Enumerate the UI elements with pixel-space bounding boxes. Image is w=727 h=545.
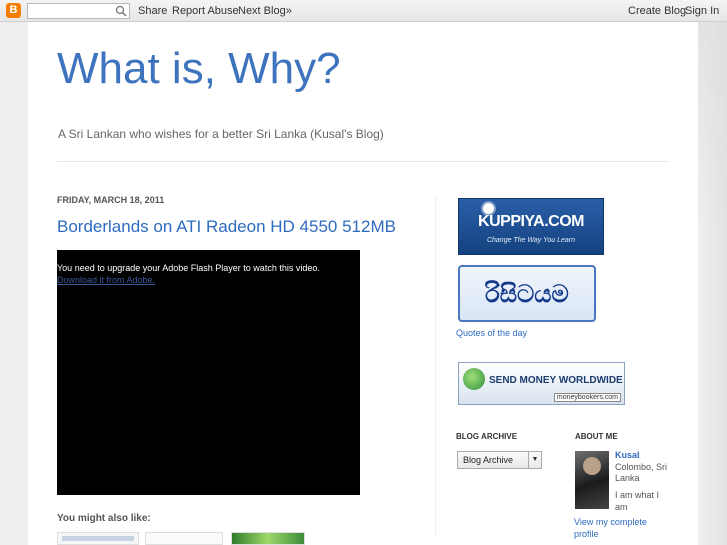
related-post-thumbnail[interactable] — [231, 532, 305, 545]
blog-archive-dropdown[interactable]: Blog Archive ▼ — [457, 451, 542, 469]
globe-icon — [463, 368, 485, 390]
blogger-navbar: B Share Report Abuse Next Blog» Create B… — [0, 0, 727, 22]
column-divider — [435, 196, 436, 536]
post-title-link[interactable]: Borderlands on ATI Radeon HD 4550 512MB — [57, 217, 396, 237]
related-post-thumbnail[interactable] — [57, 532, 139, 545]
download-flash-link[interactable]: Download it from Adobe. — [57, 275, 155, 285]
create-blog-link[interactable]: Create Blog — [628, 5, 686, 17]
next-blog-link[interactable]: Next Blog» — [238, 5, 292, 17]
kuppiya-tagline: Change The Way You Learn — [486, 237, 576, 244]
quotes-banner[interactable]: රිසිටයම — [458, 265, 596, 322]
background-gutter — [698, 22, 727, 545]
kuppiya-banner[interactable]: KUPPIYA.COM Change The Way You Learn — [458, 198, 604, 255]
profile-description: I am what I am — [615, 490, 660, 512]
quotes-logo-text: රිසිටයම — [485, 279, 569, 308]
avatar[interactable] — [575, 451, 609, 509]
share-link[interactable]: Share — [138, 5, 167, 17]
search-icon[interactable] — [115, 5, 127, 17]
about-me-heading: ABOUT ME — [575, 432, 618, 441]
send-money-text: SEND MONEY WORLDWIDE — [489, 375, 623, 386]
post-date-header: FRIDAY, MARCH 18, 2011 — [57, 195, 165, 205]
blog-title[interactable]: What is, Why? — [57, 44, 341, 94]
moneybookers-banner[interactable]: SEND MONEY WORLDWIDE moneybookers.com — [458, 362, 625, 405]
profile-location: Colombo, Sri Lanka — [615, 462, 668, 483]
sign-in-link[interactable]: Sign In — [685, 5, 719, 17]
header-divider — [57, 161, 669, 162]
embedded-video-player[interactable]: You need to upgrade your Adobe Flash Pla… — [57, 250, 360, 495]
view-profile-link[interactable]: View my complete profile — [574, 516, 669, 540]
blogger-logo-icon[interactable]: B — [6, 3, 21, 18]
blog-description: A Sri Lankan who wishes for a better Sri… — [58, 127, 384, 141]
related-posts-heading: You might also like: — [57, 513, 151, 524]
archive-selected-value: Blog Archive — [463, 455, 514, 465]
blog-archive-heading: BLOG ARCHIVE — [456, 432, 518, 441]
moneybookers-brand: moneybookers.com — [553, 393, 621, 402]
report-abuse-link[interactable]: Report Abuse — [172, 5, 239, 17]
flash-upgrade-message: You need to upgrade your Adobe Flash Pla… — [57, 263, 320, 273]
quotes-of-the-day-link[interactable]: Quotes of the day — [456, 328, 527, 338]
avatar-face — [583, 457, 601, 475]
chevron-down-icon: ▼ — [528, 452, 541, 468]
kuppiya-logo-text: KUPPIYA.COM — [478, 213, 584, 230]
navbar-search-input[interactable] — [27, 3, 130, 19]
related-post-thumbnail[interactable] — [145, 532, 223, 545]
profile-name-link[interactable]: Kusal — [615, 450, 640, 460]
